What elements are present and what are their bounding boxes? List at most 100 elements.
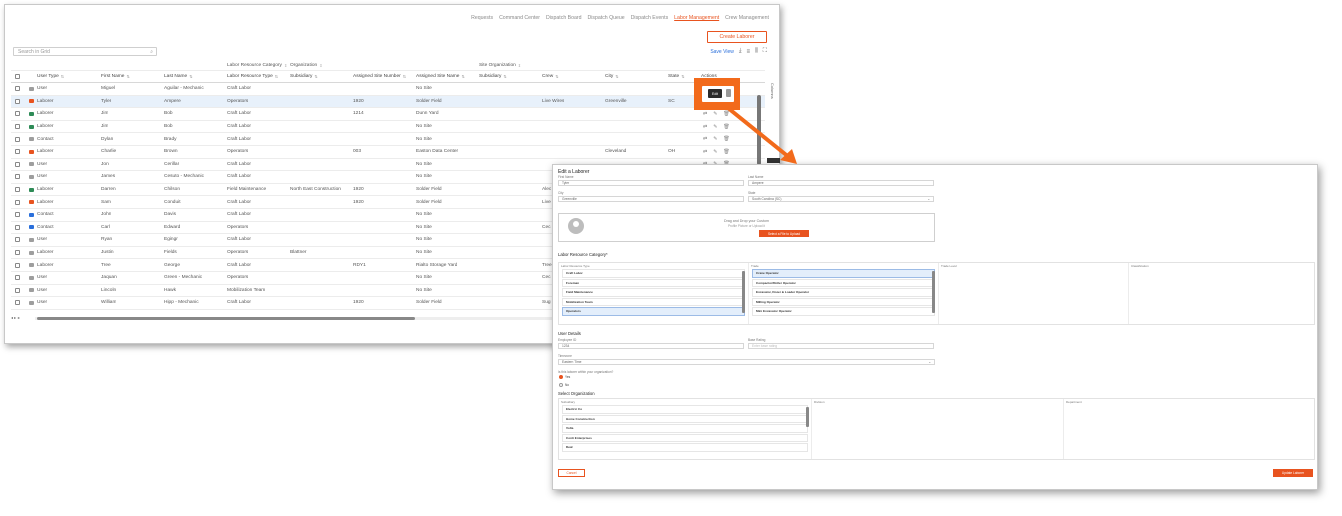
nav-item[interactable]: Command Center — [499, 15, 540, 21]
subsidiary-option[interactable]: Deal — [562, 443, 808, 452]
nav-item[interactable]: Requests — [471, 15, 493, 21]
row-checkbox[interactable] — [15, 297, 20, 309]
lrt-option[interactable]: Operators — [562, 307, 745, 316]
nav-item[interactable]: Dispatch Board — [546, 15, 581, 21]
lrt-option[interactable]: Mobilization Team — [562, 297, 745, 306]
update-laborer-button[interactable]: Update Laborer — [1273, 469, 1313, 477]
column-header[interactable]: Last Name ⇅ — [164, 71, 193, 82]
vertical-scrollbar[interactable] — [757, 89, 762, 169]
row-checkbox[interactable] — [15, 133, 20, 145]
row-checkbox[interactable] — [15, 121, 20, 133]
delete-icon[interactable]: 🗑 — [723, 111, 729, 117]
trade-scrollbar[interactable] — [932, 271, 935, 313]
last-name-field[interactable]: Ampere — [748, 180, 934, 186]
transfer-icon[interactable]: ⇄ — [703, 149, 707, 155]
column-header[interactable]: Assigned Site Name ⇅ — [416, 71, 465, 82]
employee-id-field[interactable]: 1234 — [558, 343, 744, 349]
nav-item[interactable]: Dispatch Queue — [587, 15, 624, 21]
cancel-button[interactable]: Cancel — [558, 469, 585, 477]
table-row[interactable]: Laborer Jim Bob Craft Labor No Site ⇄ ✎ 🗑 — [11, 121, 765, 134]
create-laborer-button[interactable]: Create Laborer — [707, 31, 767, 43]
select-all-checkbox[interactable] — [15, 71, 20, 82]
row-checkbox[interactable] — [15, 234, 20, 246]
user-type-icon — [29, 272, 34, 284]
city-field[interactable]: Greenville — [558, 196, 744, 202]
transfer-icon[interactable]: ⇄ — [703, 136, 707, 142]
column-header[interactable]: User Type ⇅ — [37, 71, 64, 82]
trade-option[interactable]: Milling Operator — [752, 297, 935, 306]
delete-icon[interactable] — [726, 89, 731, 97]
profile-picture-dropzone[interactable]: Drag and Drop your Custom Profile Pictur… — [558, 213, 935, 242]
no-radio[interactable]: No — [559, 383, 569, 387]
fullscreen-icon[interactable]: ⛶ — [763, 48, 767, 55]
column-header[interactable]: Assigned Site Number ⇅ — [353, 71, 406, 82]
row-checkbox[interactable] — [15, 209, 20, 221]
table-row[interactable]: User Miguel Aguilar - Mechanic Craft Labor N… — [11, 83, 765, 96]
state-select[interactable]: South Carolina (SC) ⌄ — [748, 196, 934, 202]
column-header[interactable]: State ⇅ — [668, 71, 685, 82]
table-row[interactable]: Contact Dylan Brady Craft Labor No Site ⇄ ✎ 🗑 — [11, 133, 765, 146]
lrt-option[interactable]: Craft Labor — [562, 269, 745, 278]
subsidiary-option[interactable]: Volta — [562, 424, 808, 433]
trade-option[interactable]: Excavator, Dozer & Loader Operator — [752, 288, 935, 297]
first-name-field[interactable]: Tyler — [558, 180, 744, 186]
row-checkbox[interactable] — [15, 285, 20, 297]
column-header[interactable]: Labor Resource Type ⇅ — [227, 71, 278, 82]
row-checkbox[interactable] — [15, 108, 20, 120]
column-header[interactable]: City ⇅ — [605, 71, 619, 82]
user-type-icon — [29, 196, 34, 208]
row-checkbox[interactable] — [15, 159, 20, 171]
lrt-option[interactable]: Foreman — [562, 278, 745, 287]
nav-item[interactable]: Crew Management — [725, 15, 769, 21]
row-checkbox[interactable] — [15, 184, 20, 196]
timezone-select[interactable]: Eastern Time ⌄ — [558, 359, 935, 365]
trade-option[interactable]: Crane Operator — [752, 269, 935, 278]
columns-panel-tab[interactable]: Columns — [765, 83, 775, 113]
delete-icon[interactable]: 🗑 — [723, 136, 729, 142]
edit-icon[interactable]: ✎ — [713, 111, 717, 117]
yes-radio[interactable]: Yes — [559, 375, 570, 379]
table-row[interactable]: Laborer Jim Bob Craft Labor 1214 Dunn Yard ⇄ ✎ 🗑 — [11, 108, 765, 121]
base-rating-field[interactable]: Enter base rating — [748, 343, 934, 349]
column-header[interactable]: First Name ⇅ — [101, 71, 130, 82]
org-scrollbar[interactable] — [806, 407, 809, 427]
trade-option[interactable]: Compactor/Roller Operator — [752, 278, 935, 287]
column-header[interactable]: Subsidiary ⇅ — [290, 71, 318, 82]
save-view-link[interactable]: Save View — [710, 49, 734, 55]
subsidiary-option[interactable]: Conti Enterprises — [562, 433, 808, 442]
select-file-button[interactable]: Select a File to Upload — [759, 230, 809, 237]
row-checkbox[interactable] — [15, 171, 20, 183]
nav-item[interactable]: Labor Management — [674, 15, 719, 21]
transfer-icon[interactable]: ⇄ — [703, 124, 707, 130]
columns-icon[interactable]: ⫼ — [755, 48, 758, 55]
row-checkbox[interactable] — [15, 272, 20, 284]
lrt-option[interactable]: Field Maintenance — [562, 288, 745, 297]
download-icon[interactable]: ⤓ — [739, 48, 742, 55]
column-header[interactable]: Crew ⇅ — [542, 71, 559, 82]
transfer-icon[interactable]: ⇄ — [703, 111, 707, 117]
row-checkbox[interactable] — [15, 96, 20, 108]
row-checkbox[interactable] — [15, 259, 20, 271]
trade-option[interactable]: Mini Excavator Operator — [752, 307, 935, 316]
row-checkbox[interactable] — [15, 247, 20, 259]
edit-icon[interactable]: ✎ — [713, 136, 717, 142]
edit-icon[interactable]: ✎ — [713, 149, 717, 155]
delete-icon[interactable]: 🗑 — [723, 149, 729, 155]
table-row[interactable]: Laborer Tyler Ampere Operators 1920 Solder Fi… — [11, 95, 765, 109]
density-icon[interactable]: ≡ — [747, 49, 751, 55]
delete-icon[interactable]: 🗑 — [723, 124, 729, 130]
search-input[interactable]: Search in Grid ⌕ — [13, 47, 157, 56]
subsidiary-option[interactable]: Home Construction — [562, 414, 808, 423]
lrt-scrollbar[interactable] — [742, 271, 745, 313]
table-row[interactable]: Laborer Charlie Brown Operators 003 Easton Da… — [11, 146, 765, 159]
scroll-arrows-icon[interactable]: ◂ ▸ ◂ — [11, 315, 19, 320]
row-checkbox[interactable] — [15, 83, 20, 95]
subsidiary-option[interactable]: Electric Co — [562, 405, 808, 414]
row-checkbox[interactable] — [15, 196, 20, 208]
row-checkbox[interactable] — [15, 146, 20, 158]
grid-cell: Carl — [101, 224, 110, 230]
column-header[interactable]: Subsidiary ⇅ — [479, 71, 507, 82]
row-checkbox[interactable] — [15, 222, 20, 234]
nav-item[interactable]: Dispatch Events — [631, 15, 668, 21]
edit-icon[interactable]: ✎ — [713, 124, 717, 130]
